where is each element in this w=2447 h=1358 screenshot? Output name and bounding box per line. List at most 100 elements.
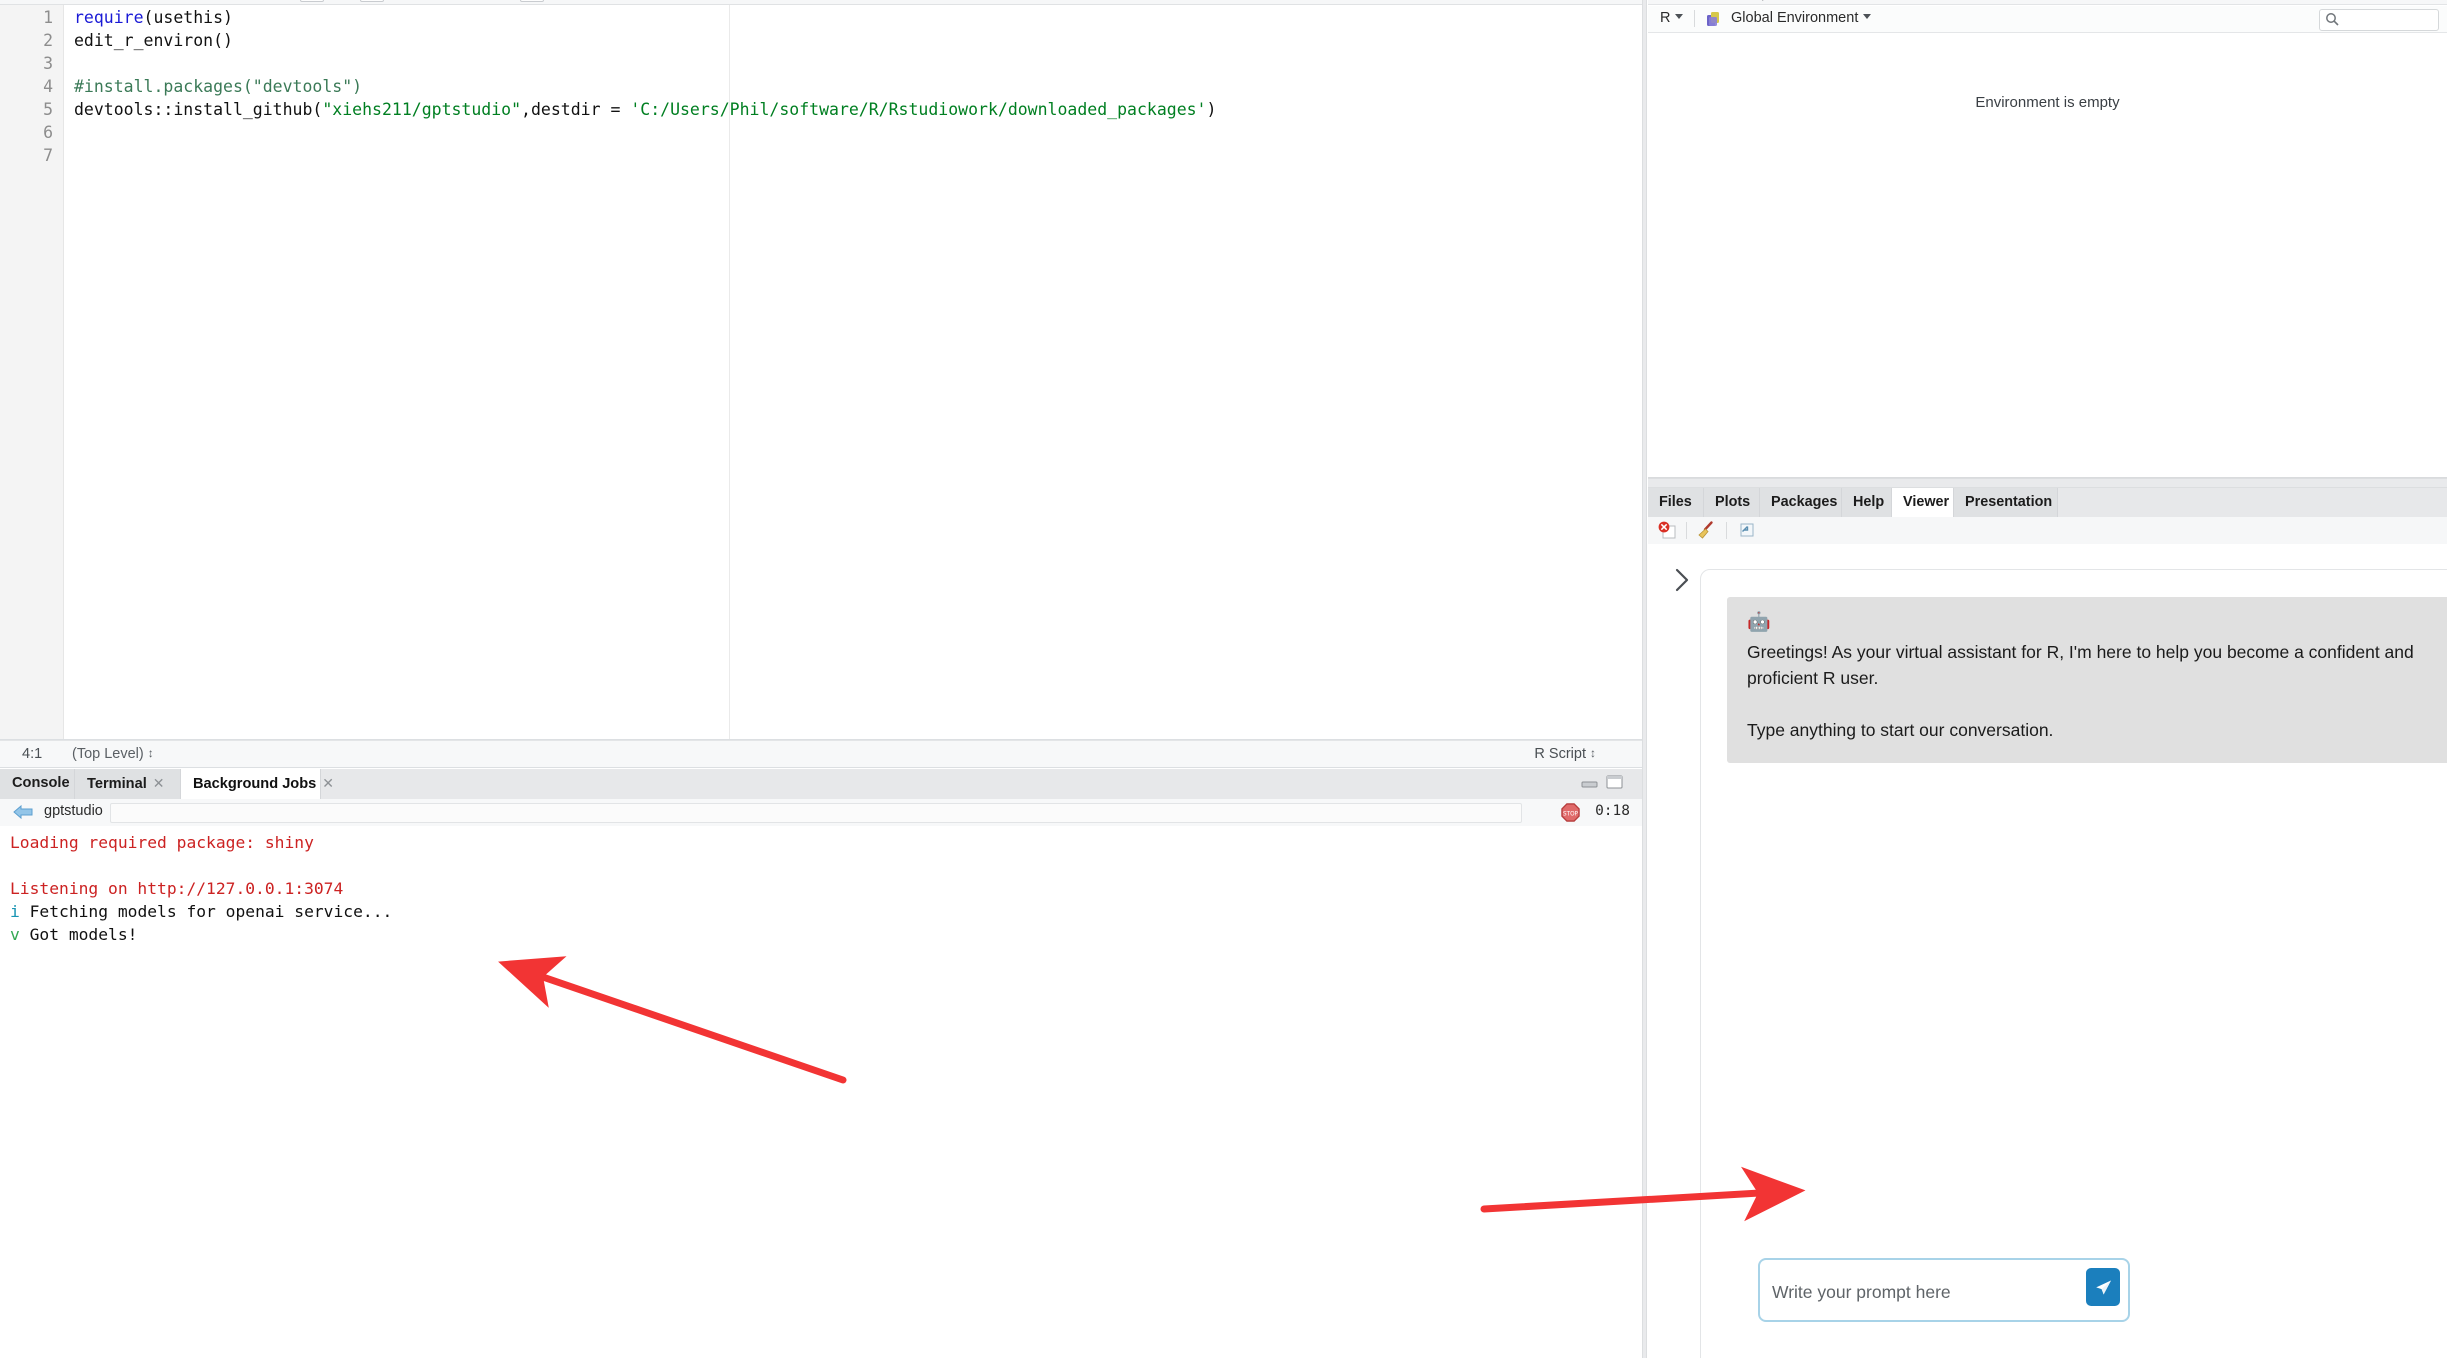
console-output[interactable]: Loading required package: shiny Listenin… xyxy=(0,826,1642,1358)
left-column: Run Source 1 2 3 4 5 6 7 require(usethis… xyxy=(0,0,1642,1358)
tab-console[interactable]: Console xyxy=(0,769,75,799)
environment-language-selector[interactable]: R xyxy=(1660,10,1684,26)
code-token: devtools::install_github( xyxy=(74,100,323,119)
minimize-pane-button[interactable] xyxy=(1581,775,1599,789)
console-line: i Fetching models for openai service... xyxy=(10,900,392,923)
console-line: Loading required package: shiny xyxy=(10,833,314,852)
line-number: 7 xyxy=(43,146,53,165)
tab-background-jobs-label: Background Jobs xyxy=(193,776,317,792)
line-number: 6 xyxy=(43,123,53,142)
clear-viewer-icon[interactable] xyxy=(1658,521,1677,540)
environment-scope-selector[interactable]: Global Environment xyxy=(1731,10,1872,26)
viewer-tab-bar: Files Plots Packages Help Viewer Present… xyxy=(1648,488,2447,518)
environment-empty-message: Environment is empty xyxy=(1975,94,2120,111)
job-toolbar: gptstudio STOP 0:18 xyxy=(0,799,1642,827)
info-glyph: i xyxy=(10,902,20,921)
tab-files[interactable]: Files xyxy=(1648,488,1704,517)
code-token: ) xyxy=(1206,100,1217,119)
send-plane-icon xyxy=(2095,1280,2111,1294)
close-icon[interactable]: ✕ xyxy=(153,775,165,791)
line-number: 2 xyxy=(43,31,53,50)
editor-gutter: 1 2 3 4 5 6 7 xyxy=(0,5,64,739)
console-line: Listening on http://127.0.0.1:3074 xyxy=(10,879,344,898)
updown-arrows-icon: ↕ xyxy=(147,746,154,760)
console-line-text: Got models! xyxy=(19,925,138,944)
code-token: 'C:/Users/Phil/software/R/Rstudiowork/do… xyxy=(630,100,1207,119)
code-token: edit_r_environ() xyxy=(74,31,233,50)
scope-label: (Top Level) xyxy=(72,746,144,762)
scope-selector[interactable]: (Top Level) ↕ xyxy=(72,746,154,762)
viewer-toolbar xyxy=(1648,517,2447,545)
prompt-input[interactable] xyxy=(1770,1268,2072,1316)
editor-status-bar: 4:1 (Top Level) ↕ R Script ↕ xyxy=(0,740,1642,768)
code-token: require xyxy=(74,8,144,27)
line-number: 3 xyxy=(43,54,53,73)
code-token: #install.packages("devtools") xyxy=(74,77,363,96)
back-arrow-icon[interactable] xyxy=(12,804,34,820)
line-number: 1 xyxy=(43,8,53,27)
tab-help-label: Help xyxy=(1853,494,1885,510)
code-line[interactable]: #install.packages("devtools") xyxy=(74,75,362,98)
job-name: gptstudio xyxy=(44,803,103,819)
chevron-right-icon[interactable] xyxy=(1670,566,1694,594)
console-tab-bar: Console Terminal ✕ Background Jobs ✕ xyxy=(0,769,1642,800)
viewer-content: 🤖 Greetings! As your virtual assistant f… xyxy=(1648,544,2447,1358)
close-icon[interactable]: ✕ xyxy=(322,775,334,791)
cursor-position: 4:1 xyxy=(22,746,43,762)
chevron-down-icon xyxy=(1675,14,1684,19)
chevron-down-icon xyxy=(1863,14,1872,19)
environment-search-box[interactable] xyxy=(2319,9,2439,31)
assistant-message-paragraph-2: Type anything to start our conversation. xyxy=(1747,720,2054,740)
code-line[interactable]: devtools::install_github("xiehs211/gptst… xyxy=(74,98,1216,121)
horizontal-splitter[interactable] xyxy=(1648,478,2447,488)
maximize-pane-button[interactable] xyxy=(1606,775,1624,789)
document-type-selector[interactable]: R Script ↕ xyxy=(1534,746,1596,762)
tab-packages-label: Packages xyxy=(1771,494,1838,510)
stop-job-button[interactable]: STOP xyxy=(1561,803,1580,822)
check-glyph: v xyxy=(10,925,20,944)
assistant-message-paragraph-1: Greetings! As your virtual assistant for… xyxy=(1747,642,2414,688)
vertical-splitter[interactable] xyxy=(1642,0,1647,1358)
rstudio-window: Run Source 1 2 3 4 5 6 7 require(usethis… xyxy=(0,0,2447,1358)
console-line-text: Fetching models for openai service... xyxy=(19,902,393,921)
document-type-label: R Script xyxy=(1534,746,1586,762)
editor-toolbar-chip[interactable] xyxy=(520,0,544,2)
tab-plots[interactable]: Plots xyxy=(1704,488,1760,517)
editor-toolbar-chip[interactable] xyxy=(300,0,324,2)
environment-body: Environment is empty xyxy=(1648,34,2447,478)
search-icon xyxy=(2325,12,2339,26)
viewer-pane: Files Plots Packages Help Viewer Present… xyxy=(1648,488,2447,1358)
source-editor[interactable]: 1 2 3 4 5 6 7 require(usethis) edit_r_en… xyxy=(0,5,1642,740)
chat-card: 🤖 Greetings! As your virtual assistant f… xyxy=(1700,569,2447,1358)
code-line[interactable]: edit_r_environ() xyxy=(74,29,233,52)
tab-viewer[interactable]: Viewer xyxy=(1892,488,1954,517)
code-token: ,destdir = xyxy=(521,100,631,119)
editor-code-area[interactable]: require(usethis) edit_r_environ() #insta… xyxy=(63,5,1642,739)
divider xyxy=(1694,10,1695,27)
line-number: 5 xyxy=(43,100,53,119)
tab-packages[interactable]: Packages xyxy=(1760,488,1842,517)
assistant-message-bubble: 🤖 Greetings! As your virtual assistant f… xyxy=(1727,597,2447,763)
code-token: "xiehs211/gptstudio" xyxy=(322,100,522,119)
code-line[interactable]: require(usethis) xyxy=(74,6,233,29)
prompt-box[interactable] xyxy=(1758,1258,2130,1322)
console-line: v Got models! xyxy=(10,923,137,946)
environment-language-label: R xyxy=(1660,10,1671,26)
environment-toolbar[interactable]: Import Dataset xyxy=(1648,0,2447,5)
right-column: Import Dataset R Global Environment Envi… xyxy=(1648,0,2447,1358)
environment-bar: R Global Environment xyxy=(1648,6,2447,33)
broom-icon[interactable] xyxy=(1696,520,1717,541)
updown-arrows-icon: ↕ xyxy=(1590,746,1596,760)
tab-terminal[interactable]: Terminal ✕ xyxy=(75,769,181,799)
tab-background-jobs[interactable]: Background Jobs ✕ xyxy=(181,769,334,799)
popout-window-icon[interactable] xyxy=(1736,521,1755,540)
code-token: (usethis) xyxy=(143,8,233,27)
tab-help[interactable]: Help xyxy=(1842,488,1892,517)
tab-presentation[interactable]: Presentation xyxy=(1954,488,2058,517)
editor-toolbar-chip[interactable] xyxy=(360,0,384,2)
import-dataset-label: Import Dataset xyxy=(1748,0,1827,1)
line-number: 4 xyxy=(43,77,53,96)
job-progress-bar xyxy=(110,803,1522,823)
send-button[interactable] xyxy=(2086,1268,2120,1306)
job-timer: 0:18 xyxy=(1595,803,1630,819)
